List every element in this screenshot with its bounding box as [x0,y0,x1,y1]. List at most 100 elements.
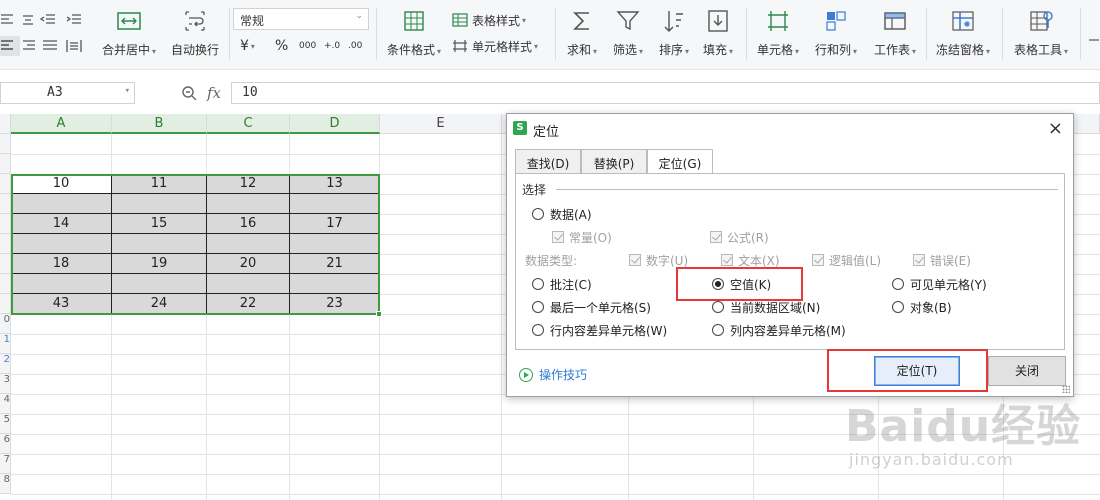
decimal-increase-button[interactable]: +.0 [324,36,340,56]
option-text[interactable]: 文本(X) [721,251,780,269]
cell-b8[interactable] [112,274,207,294]
cell-a4[interactable] [11,194,112,214]
option-last-cell[interactable]: 最后一个单元格(S) [532,298,651,316]
option-objects[interactable]: 对象(B) [892,298,952,316]
close-icon[interactable]: × [1048,118,1063,139]
option-number-label: 数字(U) [646,253,689,268]
align-center-icon[interactable] [20,10,40,30]
cell-d3[interactable]: 13 [290,174,380,194]
fx-icon[interactable]: fx [207,84,221,102]
cell-b7[interactable]: 19 [112,254,207,274]
cell-a7[interactable]: 18 [11,254,112,274]
cell-b4[interactable] [112,194,207,214]
cell-a9[interactable]: 43 [11,294,112,314]
distribute-icon[interactable] [66,36,86,56]
option-formula[interactable]: 公式(R) [710,228,769,246]
indent-decrease-icon[interactable] [40,10,60,30]
name-box[interactable]: A3 ▾ [0,82,135,104]
dialog-close-button[interactable]: 关闭 [988,356,1066,386]
locate-button[interactable]: 定位(T) [874,356,960,386]
option-comment[interactable]: 批注(C) [532,275,592,293]
ribbon-divider [229,8,230,60]
fill-button[interactable]: 填充 ▾ [698,6,738,62]
tab-goto[interactable]: 定位(G) [647,149,713,175]
row-col-button[interactable]: 行和列 ▾ [808,6,864,62]
option-error[interactable]: 错误(E) [913,251,971,269]
formula-bar: A3 ▾ fx 10 [0,80,1100,108]
filter-button[interactable]: 筛选 ▾ [608,6,648,62]
more-icon[interactable] [1086,30,1100,50]
dialog-titlebar[interactable]: S 定位 × [507,114,1073,144]
align-left-active-icon[interactable] [0,36,20,56]
indent-increase-icon[interactable] [66,10,86,30]
radio-icon [712,324,724,336]
resize-grip-icon[interactable] [1062,385,1070,393]
zoom-icon[interactable] [181,85,197,101]
cell-a5[interactable]: 14 [11,214,112,234]
cell-b6[interactable] [112,234,207,254]
cell-c9[interactable]: 22 [207,294,290,314]
align-left-icon[interactable] [0,10,20,30]
option-row-diff[interactable]: 行内容差异单元格(W) [532,321,667,339]
fill-handle[interactable] [376,311,382,317]
sum-button[interactable]: 求和 ▾ [562,6,602,62]
formula-input[interactable]: 10 [231,82,1100,104]
ribbon-divider [555,8,556,60]
cell-d8[interactable] [290,274,380,294]
cell-d7[interactable]: 21 [290,254,380,274]
ribbon-divider [1002,8,1003,60]
option-number[interactable]: 数字(U) [629,251,688,269]
freeze-panes-label: 冻结窗格 [935,43,984,57]
cell-d5[interactable]: 17 [290,214,380,234]
percent-button[interactable]: % [275,36,288,56]
option-data[interactable]: 数据(A) [532,205,592,223]
cell-b5[interactable]: 15 [112,214,207,234]
sort-button[interactable]: 排序 ▾ [654,6,694,62]
chevron-down-icon: ▾ [124,86,130,96]
number-format-select[interactable]: 常规 ⌄ [233,8,369,30]
cell-a3[interactable]: 10 [11,174,112,194]
radio-icon [712,301,724,313]
auto-wrap-button[interactable]: 自动换行 [166,6,224,62]
cell-a6[interactable] [11,234,112,254]
cell-button[interactable]: 单元格 ▾ [752,6,804,62]
table-tools-button[interactable]: 表格工具 ▾ [1008,6,1074,62]
currency-button[interactable]: ¥ ▾ [240,36,255,56]
cell-style-button[interactable]: 单元格样式 ▾ [452,36,538,56]
cell-d9[interactable]: 23 [290,294,380,314]
cell-c3[interactable]: 12 [207,174,290,194]
cell-c6[interactable] [207,234,290,254]
ribbon-divider [376,8,377,60]
table-style-button[interactable]: 表格样式 ▾ [452,10,526,30]
cell-b9[interactable]: 24 [112,294,207,314]
cell-b3[interactable]: 11 [112,174,207,194]
option-current-region[interactable]: 当前数据区域(N) [712,298,820,316]
align-right-icon[interactable] [20,36,40,56]
goto-dialog: S 定位 × 查找(D) 替换(P) 定位(G) 选择 数据(A) 常量(O) … [506,113,1074,397]
cell-c4[interactable] [207,194,290,214]
option-constant[interactable]: 常量(O) [552,228,612,246]
option-col-diff[interactable]: 列内容差异单元格(M) [712,321,846,339]
option-logical-label: 逻辑值(L) [829,253,882,268]
decimal-decrease-button[interactable]: .00 [348,36,362,56]
option-logical[interactable]: 逻辑值(L) [812,251,881,269]
worksheet-button[interactable]: 工作表 ▾ [866,6,924,62]
tab-replace[interactable]: 替换(P) [581,149,647,174]
thousands-button[interactable]: 000 [299,36,316,56]
merge-center-button[interactable]: 合并居中 ▾ [98,6,160,62]
cell-c5[interactable]: 16 [207,214,290,234]
tab-find[interactable]: 查找(D) [515,149,581,174]
operation-tips-link[interactable]: 操作技巧 [519,366,587,383]
option-visible[interactable]: 可见单元格(Y) [892,275,987,293]
option-blank[interactable]: 空值(K) [712,275,771,293]
freeze-panes-button[interactable]: 冻结窗格 ▾ [932,6,994,62]
conditional-format-button[interactable]: 条件格式 ▾ [384,6,444,62]
chevron-down-icon: ⌄ [355,11,363,21]
cell-c8[interactable] [207,274,290,294]
justify-icon[interactable] [42,36,62,56]
cell-d4[interactable] [290,194,380,214]
option-current-region-label: 当前数据区域(N) [730,300,821,315]
cell-a8[interactable] [11,274,112,294]
cell-d6[interactable] [290,234,380,254]
cell-c7[interactable]: 20 [207,254,290,274]
